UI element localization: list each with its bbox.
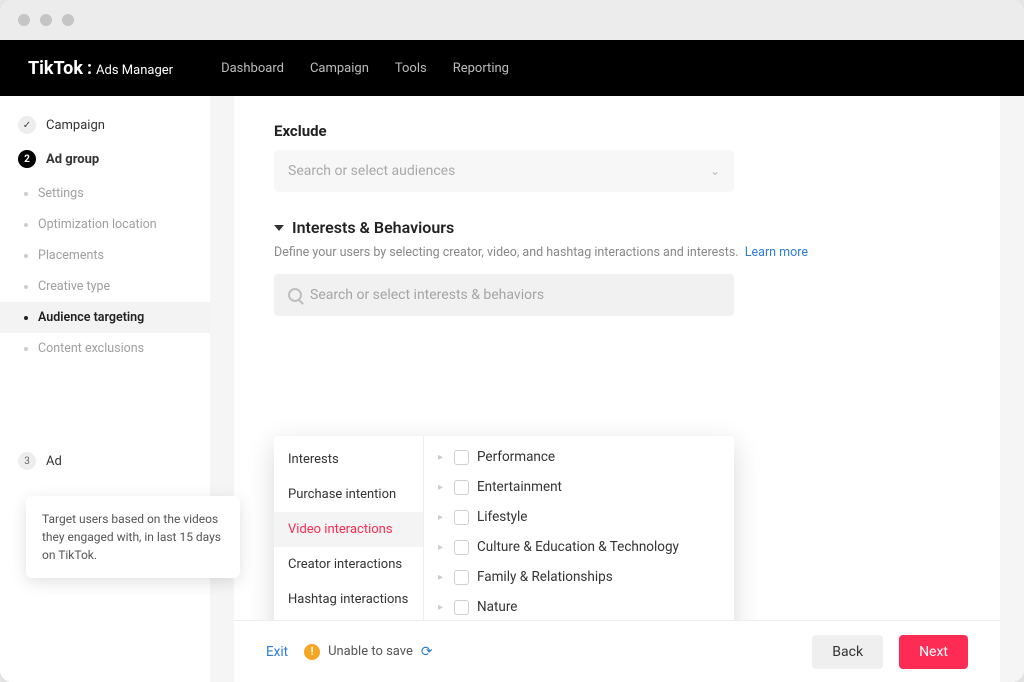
dd-option[interactable]: ▸ Performance (424, 442, 734, 472)
step-label: Ad group (46, 152, 99, 167)
browser-chrome (0, 0, 1024, 40)
caret-down-icon (274, 225, 284, 231)
checkbox[interactable] (454, 480, 469, 495)
nav-dashboard[interactable]: Dashboard (221, 61, 284, 76)
ib-header[interactable]: Interests & Behaviours (274, 218, 960, 237)
top-navbar: TikTok: Ads Manager Dashboard Campaign T… (0, 40, 1024, 96)
step-number-badge: 3 (18, 452, 36, 470)
sidebar-item-label: Content exclusions (38, 341, 144, 356)
dd-option-label: Family & Relationships (477, 569, 613, 585)
dd-option-label: Lifestyle (477, 509, 527, 525)
window-dot (40, 14, 52, 26)
window-dot (62, 14, 74, 26)
footer-bar: Exit ! Unable to save ⟳ Back Next (234, 620, 1000, 682)
ib-subtitle-text: Define your users by selecting creator, … (274, 245, 739, 260)
brand-name: TikTok (28, 58, 83, 79)
dd-category-creator-interactions[interactable]: Creator interactions (274, 547, 423, 582)
dd-option[interactable]: ▸ Culture & Education & Technology (424, 532, 734, 562)
dd-option-label: Nature (477, 599, 517, 615)
sidebar-item-label: Placements (38, 248, 104, 263)
dd-category-purchase-intention[interactable]: Purchase intention (274, 477, 423, 512)
chevron-down-icon: ⌄ (710, 164, 720, 178)
sidebar-item-audience-targeting[interactable]: Audience targeting (0, 302, 210, 333)
step-campaign[interactable]: ✓ Campaign (0, 108, 210, 142)
sidebar-item-label: Settings (38, 186, 84, 201)
dd-option[interactable]: ▸ Family & Relationships (424, 562, 734, 592)
dd-option-label: Culture & Education & Technology (477, 539, 679, 555)
sidebar-item-label: Optimization location (38, 217, 157, 232)
step-label: Campaign (46, 118, 105, 133)
exclude-placeholder: Search or select audiences (288, 163, 455, 179)
dd-category-interests[interactable]: Interests (274, 442, 423, 477)
browser-frame: TikTok: Ads Manager Dashboard Campaign T… (0, 0, 1024, 682)
sidebar-item-settings[interactable]: Settings (0, 178, 210, 209)
checkbox[interactable] (454, 600, 469, 615)
dropdown-option-list: ▸ Performance ▸ Entertainment ▸ Lifestyle ▸… (424, 436, 734, 620)
ib-title: Interests & Behaviours (292, 218, 454, 237)
nav-campaign[interactable]: Campaign (310, 61, 369, 76)
step-number-badge: 2 (18, 150, 36, 168)
nav-items: Dashboard Campaign Tools Reporting (221, 61, 509, 76)
checkbox[interactable] (454, 570, 469, 585)
check-icon: ✓ (18, 116, 36, 134)
search-icon (288, 288, 302, 302)
step-label: Ad (46, 454, 62, 469)
caret-right-icon: ▸ (438, 602, 446, 613)
brand-product: Ads Manager (96, 63, 173, 78)
dd-option-label: Performance (477, 449, 555, 465)
caret-right-icon: ▸ (438, 512, 446, 523)
dd-option[interactable]: ▸ Lifestyle (424, 502, 734, 532)
ib-subtitle: Define your users by selecting creator, … (274, 245, 960, 260)
interests-behaviours-section: Interests & Behaviours Define your users… (274, 218, 960, 316)
save-status: ! Unable to save ⟳ (304, 644, 433, 660)
tooltip-card: Target users based on the videos they en… (26, 496, 240, 578)
exclude-audience-select[interactable]: Search or select audiences ⌄ (274, 150, 734, 192)
sidebar-item-optimization-location[interactable]: Optimization location (0, 209, 210, 240)
content-scroll: Exclude Search or select audiences ⌄ Int… (234, 96, 1000, 620)
dd-category-video-interactions[interactable]: Video interactions (274, 512, 423, 547)
brand: TikTok: Ads Manager (28, 58, 173, 79)
tooltip-text: Target users based on the videos they en… (42, 512, 221, 562)
interests-search-input[interactable]: Search or select interests & behaviors (274, 274, 734, 316)
adgroup-sublist: Settings Optimization location Placement… (0, 178, 210, 364)
caret-right-icon: ▸ (438, 542, 446, 553)
exit-link[interactable]: Exit (266, 644, 288, 660)
dd-option-label: Entertainment (477, 479, 562, 495)
back-button[interactable]: Back (812, 635, 883, 669)
layout: ✓ Campaign 2 Ad group Settings Optimizat… (0, 96, 1024, 682)
sidebar-item-content-exclusions[interactable]: Content exclusions (0, 333, 210, 364)
save-status-text: Unable to save (328, 644, 413, 659)
sidebar-item-label: Audience targeting (38, 310, 144, 325)
dd-category-hashtag-interactions[interactable]: Hashtag interactions (274, 582, 423, 617)
checkbox[interactable] (454, 540, 469, 555)
nav-tools[interactable]: Tools (395, 61, 427, 76)
checkbox[interactable] (454, 450, 469, 465)
dropdown-category-list: Interests Purchase intention Video inter… (274, 436, 424, 620)
dd-option[interactable]: ▸ Entertainment (424, 472, 734, 502)
nav-reporting[interactable]: Reporting (453, 61, 509, 76)
refresh-icon[interactable]: ⟳ (421, 644, 433, 660)
step-adgroup[interactable]: 2 Ad group (0, 142, 210, 176)
exclude-title: Exclude (274, 122, 960, 140)
step-ad[interactable]: 3 Ad (0, 444, 210, 478)
caret-right-icon: ▸ (438, 482, 446, 493)
exclude-section: Exclude Search or select audiences ⌄ (274, 122, 960, 192)
dd-option[interactable]: ▸ Nature (424, 592, 734, 620)
window-dot (18, 14, 30, 26)
checkbox[interactable] (454, 510, 469, 525)
sidebar-item-label: Creative type (38, 279, 110, 294)
learn-more-link[interactable]: Learn more (745, 245, 808, 260)
caret-right-icon: ▸ (438, 572, 446, 583)
interests-search-placeholder: Search or select interests & behaviors (310, 287, 544, 303)
brand-sep: : (87, 58, 92, 79)
sidebar-item-placements[interactable]: Placements (0, 240, 210, 271)
main-panel: Exclude Search or select audiences ⌄ Int… (234, 96, 1000, 682)
sidebar: ✓ Campaign 2 Ad group Settings Optimizat… (0, 96, 210, 682)
sidebar-item-creative-type[interactable]: Creative type (0, 271, 210, 302)
interests-dropdown-panel: Interests Purchase intention Video inter… (274, 436, 734, 620)
next-button[interactable]: Next (899, 635, 968, 669)
warning-icon: ! (304, 644, 320, 660)
caret-right-icon: ▸ (438, 452, 446, 463)
